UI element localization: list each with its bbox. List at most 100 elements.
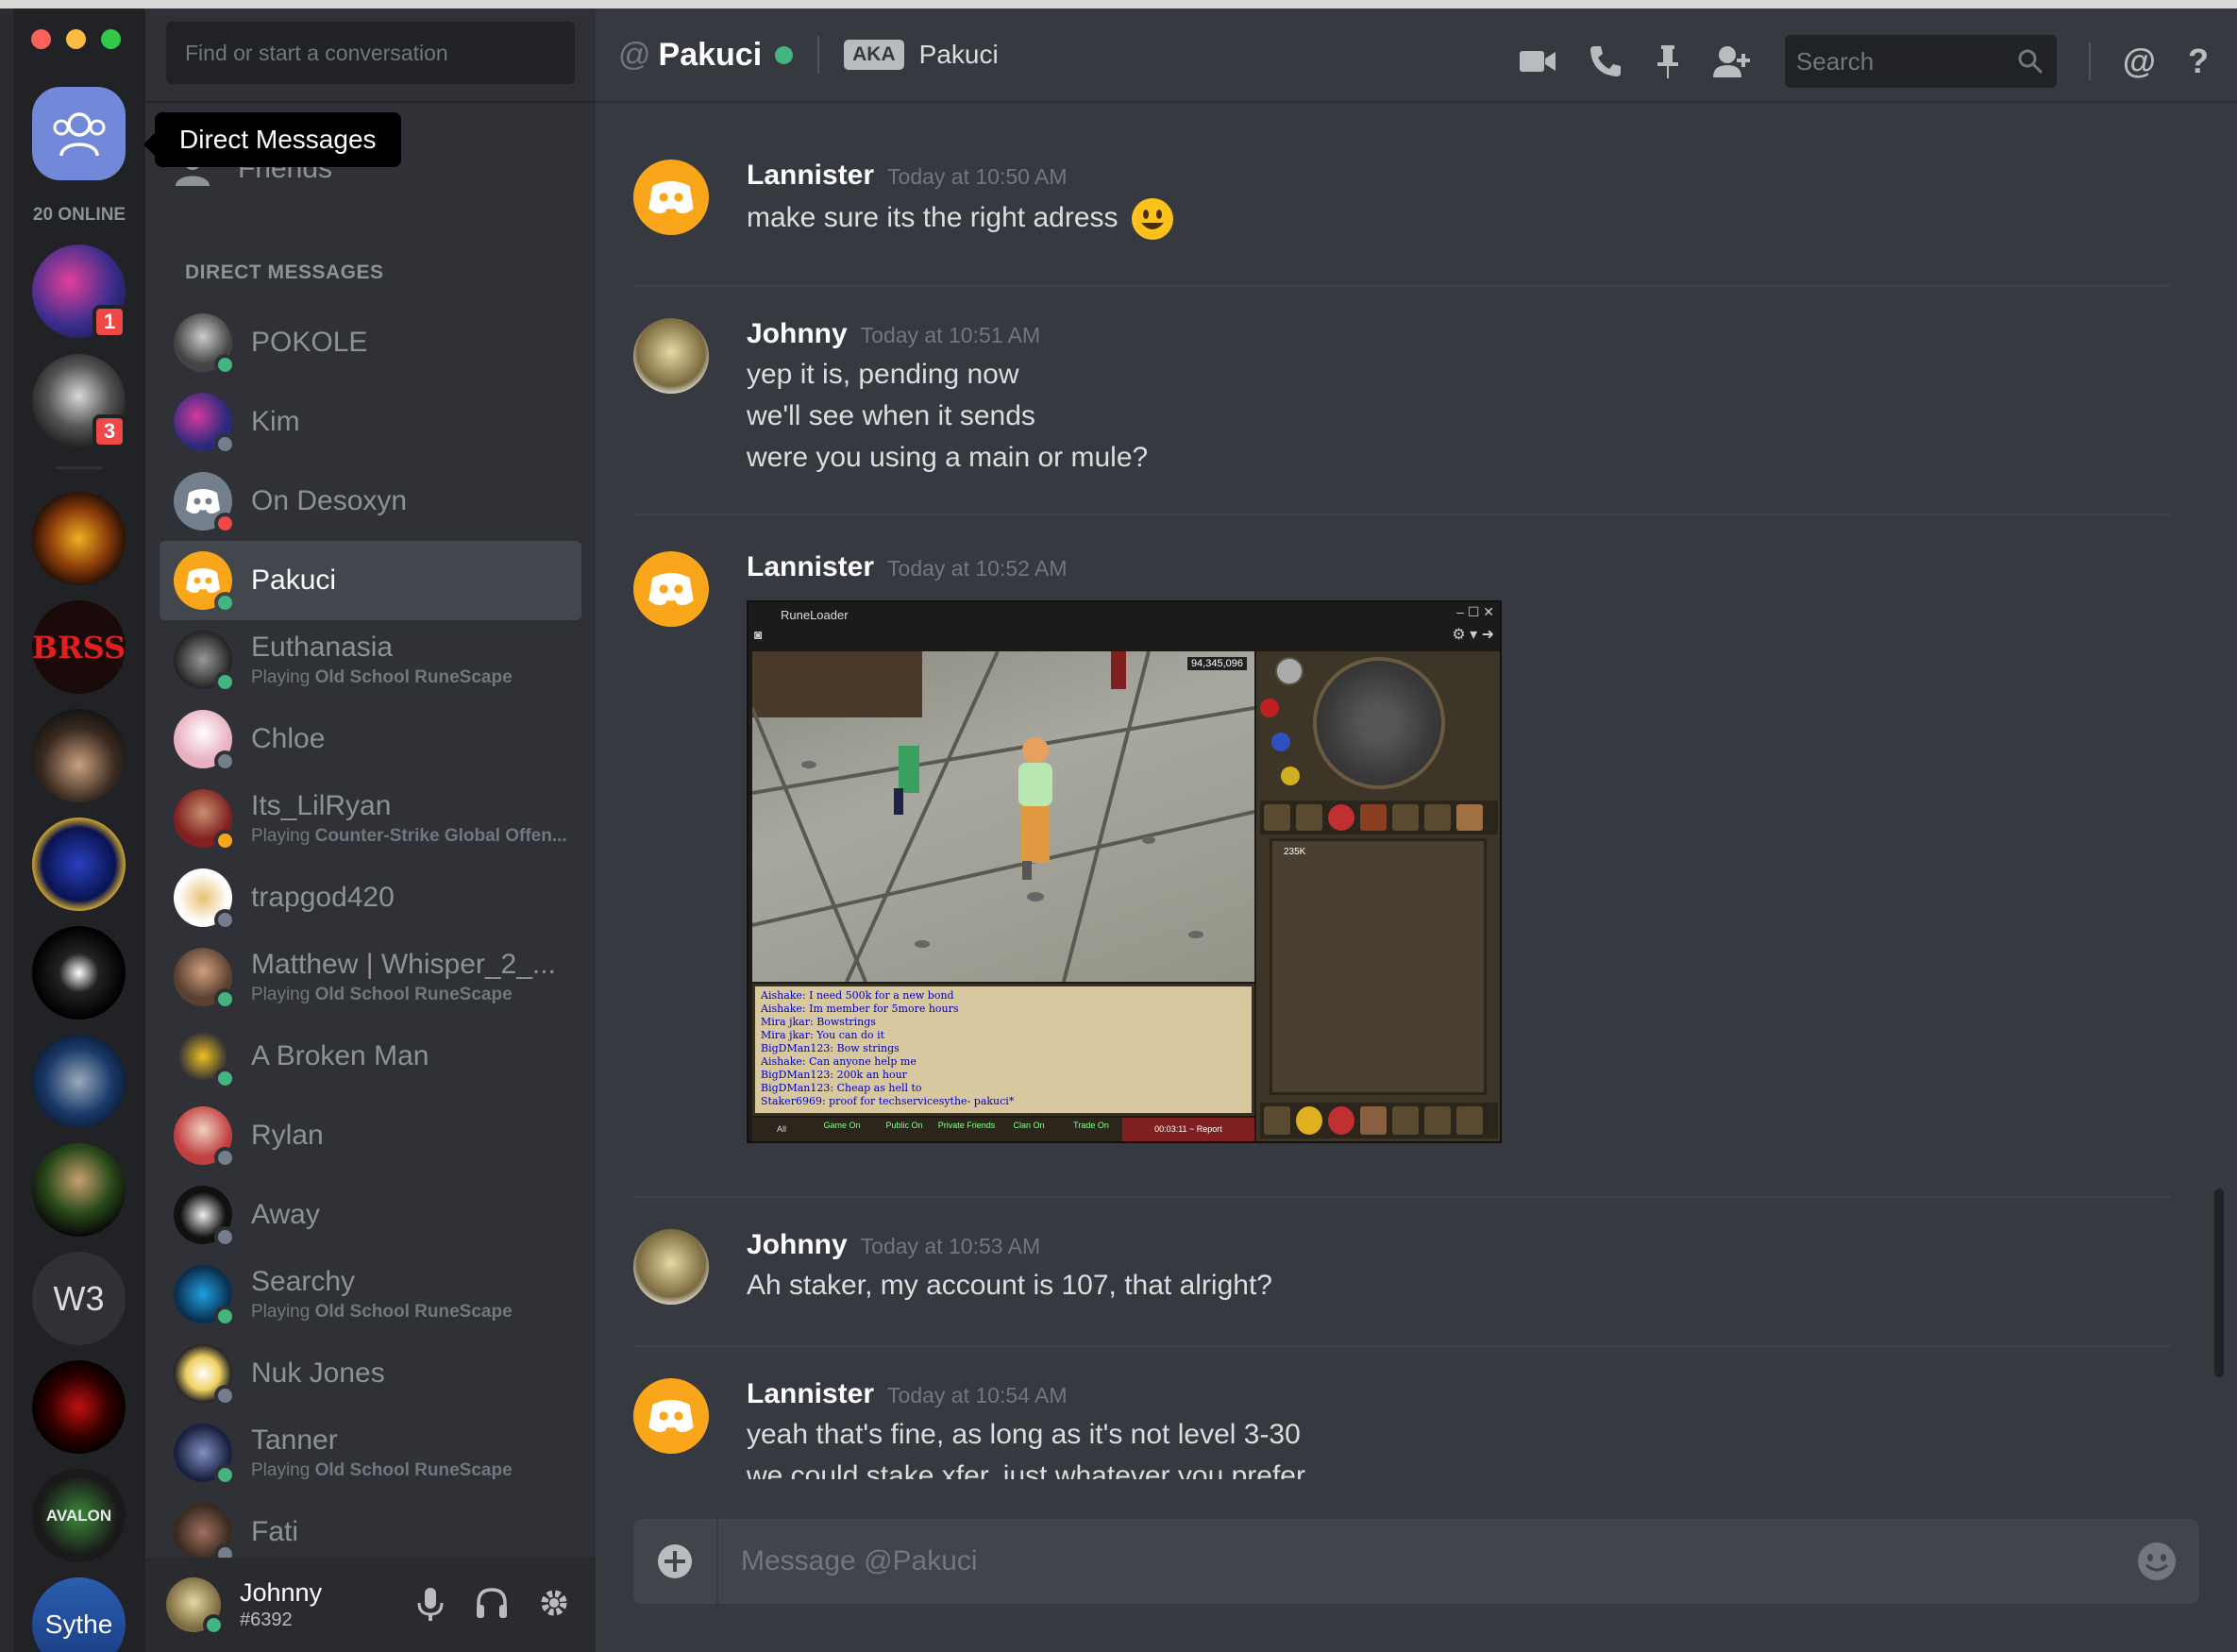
avatar: [174, 948, 236, 1010]
server-icon-sythe[interactable]: Sythe: [32, 1577, 126, 1652]
dm-item-chloe[interactable]: Chloe: [160, 700, 581, 779]
message-author[interactable]: Lannister: [747, 551, 874, 582]
dm-item-pokole[interactable]: POKOLE: [160, 303, 581, 382]
dm-item-rylan[interactable]: Rylan: [160, 1096, 581, 1175]
dm-item-trapgod420[interactable]: trapgod420: [160, 858, 581, 937]
server-icon-6[interactable]: [32, 818, 126, 911]
scrollbar-thumb[interactable]: [2214, 1188, 2224, 1377]
find-conversation-input[interactable]: Find or start a conversation: [166, 22, 575, 84]
user-avatar[interactable]: [166, 1577, 225, 1636]
upload-button[interactable]: [633, 1519, 718, 1604]
chat-line: Mira jkar: You can do it: [761, 1029, 885, 1041]
direct-messages-home-button[interactable]: [32, 87, 126, 180]
dm-item-pakuci[interactable]: Pakuci: [160, 541, 581, 620]
dm-list: POKOLE Kim On Desoxyn Pakuci Euthanasia …: [160, 303, 581, 1572]
server-icon-w3[interactable]: W3: [32, 1252, 126, 1345]
server-icon-8[interactable]: [32, 1035, 126, 1128]
server-label: Sythe: [44, 1609, 113, 1639]
message-divider: [633, 285, 2171, 287]
dm-item-a-broken-man[interactable]: A Broken Man: [160, 1017, 581, 1096]
chat-line: BigDMan123: Bow strings: [761, 1042, 900, 1054]
avatar: [174, 472, 236, 534]
message-body: Lannister Today at 10:52 AM RuneLoader – …: [747, 551, 1502, 1143]
runeloader-title: RuneLoader: [781, 608, 849, 622]
author-avatar[interactable]: [633, 318, 709, 394]
author-avatar[interactable]: [633, 551, 709, 627]
message-scrollbar[interactable]: [2214, 112, 2224, 1479]
dm-name: On Desoxyn: [251, 485, 408, 516]
add-friend-icon[interactable]: [1712, 44, 1753, 78]
dm-item-nuk-jones[interactable]: Nuk Jones: [160, 1334, 581, 1413]
mentions-icon[interactable]: @: [2123, 42, 2156, 81]
orb-run: [1281, 767, 1300, 785]
close-window-button[interactable]: [31, 29, 51, 49]
pin-icon[interactable]: [1655, 43, 1681, 79]
message-author[interactable]: Johnny: [747, 318, 848, 349]
server-icon-9[interactable]: [32, 1143, 126, 1237]
settings-gear-icon[interactable]: [537, 1586, 571, 1620]
header-divider: [2088, 42, 2091, 80]
microphone-icon[interactable]: [414, 1586, 446, 1622]
dm-item-tanner[interactable]: Tanner Playing Old School RuneScape: [160, 1413, 581, 1492]
status-online-indicator: [214, 1306, 236, 1327]
server-icon-5[interactable]: [32, 709, 126, 802]
chat-tab: Clan On: [1013, 1121, 1045, 1130]
avatar: [174, 393, 236, 455]
dm-item-matthew[interactable]: Matthew | Whisper_2_... Playing Old Scho…: [160, 937, 581, 1017]
chat-line: Mira jkar: Bowstrings: [761, 1016, 876, 1028]
chat-tab: Trade On: [1073, 1121, 1109, 1130]
server-icon-11[interactable]: [32, 1360, 126, 1454]
status-online-indicator: [203, 1614, 225, 1636]
dm-name: Away: [251, 1199, 320, 1230]
help-icon[interactable]: ?: [2188, 42, 2209, 81]
video-call-icon[interactable]: [1519, 47, 1556, 76]
author-avatar[interactable]: [633, 1378, 709, 1454]
minimize-window-button[interactable]: [66, 29, 86, 49]
message-author[interactable]: Johnny: [747, 1229, 848, 1260]
author-avatar[interactable]: [633, 1229, 709, 1305]
search-placeholder: Search: [1795, 47, 1875, 76]
message-author[interactable]: Lannister: [747, 160, 874, 191]
chat-tab: Game On: [823, 1121, 861, 1130]
avatar: [174, 1344, 236, 1407]
message-list: Lannister Today at 10:50 AM make sure its…: [596, 112, 2199, 1479]
dm-activity: Playing Old School RuneScape: [251, 985, 556, 1005]
chat-area: @ Pakuci AKA Pakuci Search @ ? Lannister…: [596, 8, 2237, 1652]
server-icon-7[interactable]: [32, 926, 126, 1020]
dm-item-on-desoxyn[interactable]: On Desoxyn: [160, 462, 581, 541]
server-icon-avalon[interactable]: AVALON: [32, 1469, 126, 1562]
voice-call-icon[interactable]: [1589, 44, 1623, 78]
os-top-strip: [0, 0, 2237, 8]
emoji-picker-button[interactable]: [2114, 1541, 2199, 1582]
message-line: we'll see when it sends: [747, 400, 1035, 431]
dm-item-away[interactable]: Away: [160, 1175, 581, 1255]
dm-item-searchy[interactable]: Searchy Playing Old School RuneScape: [160, 1255, 581, 1334]
tab-row-bottom: [1260, 1103, 1498, 1138]
message-line: were you using a main or mule?: [747, 442, 1149, 473]
discord-logo-icon: [186, 489, 220, 514]
avatar: [174, 1186, 236, 1248]
message-author[interactable]: Lannister: [747, 1378, 874, 1409]
status-offline-indicator: [214, 909, 236, 931]
dm-item-its-lilryan[interactable]: Its_LilRyan Playing Counter-Strike Globa…: [160, 779, 581, 858]
author-avatar[interactable]: [633, 160, 709, 235]
status-offline-indicator: [214, 1147, 236, 1169]
message: Johnny Today at 10:53 AM Ah staker, my ac…: [633, 1229, 2171, 1306]
headphones-icon[interactable]: [475, 1586, 509, 1620]
user-name: Johnny: [240, 1578, 323, 1607]
message-divider: [633, 514, 2171, 515]
dm-item-kim[interactable]: Kim: [160, 382, 581, 462]
image-attachment[interactable]: RuneLoader – ☐ ✕ ⚙ ▾ ➜ ◙ 94,345,096 235K…: [747, 600, 1502, 1143]
dm-item-euthanasia[interactable]: Euthanasia Playing Old School RuneScape: [160, 620, 581, 700]
avatar: [174, 1424, 236, 1486]
server-icon-brss[interactable]: BRSS: [32, 600, 126, 694]
message-input[interactable]: Message @Pakuci: [718, 1545, 2114, 1577]
floor-tiles: [752, 651, 1254, 982]
chat-tab: All: [776, 1124, 786, 1134]
status-offline-indicator: [214, 433, 236, 455]
add-plus-icon: [658, 1544, 692, 1578]
activity-prefix: Playing: [251, 826, 315, 846]
server-icon-3[interactable]: [32, 492, 126, 585]
maximize-window-button[interactable]: [101, 29, 121, 49]
header-search-input[interactable]: Search: [1784, 35, 2057, 88]
